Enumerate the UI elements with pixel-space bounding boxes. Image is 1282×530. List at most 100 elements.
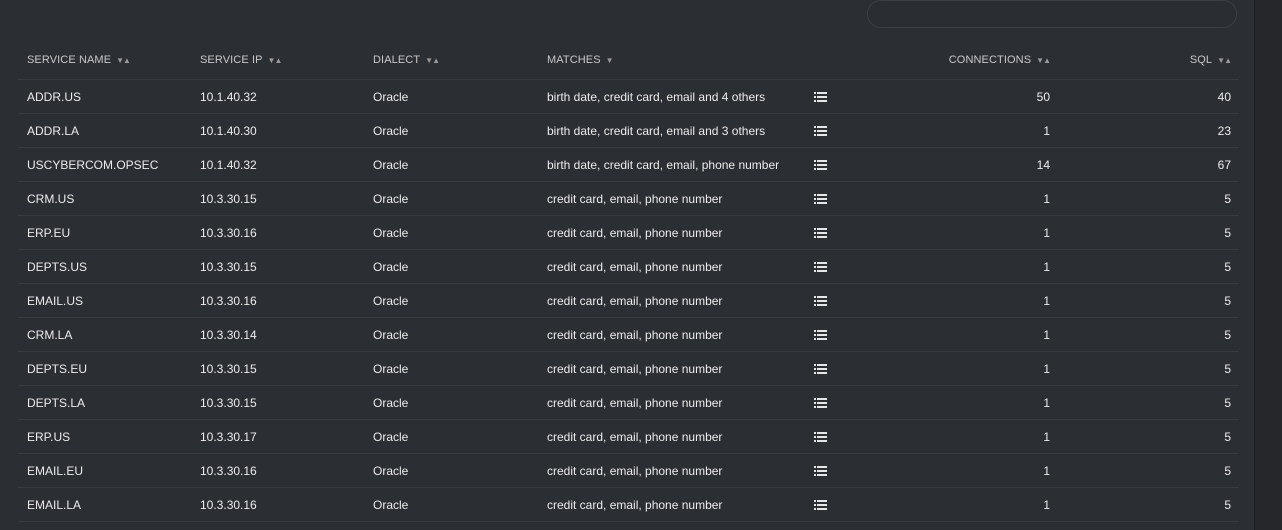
- list-icon[interactable]: [814, 296, 827, 307]
- sort-icon[interactable]: ▼▲: [268, 56, 283, 65]
- cell-matches-detail: [808, 351, 858, 386]
- sort-icon[interactable]: ▼▲: [116, 56, 131, 65]
- list-icon[interactable]: [814, 194, 827, 205]
- cell-service-name: DEPTS.LA: [18, 385, 191, 420]
- cell-service-name: USCYBERCOM.OPSEC: [18, 147, 191, 182]
- cell-matches-detail: [808, 79, 858, 114]
- list-icon[interactable]: [814, 500, 827, 511]
- table-row[interactable]: EMAIL.US 10.3.30.16 Oracle credit card, ema…: [18, 283, 1239, 318]
- cell-service-name: ADDR.US: [18, 79, 191, 114]
- cell-connections: 1: [858, 283, 1058, 318]
- cell-service-ip: 10.3.30.15: [191, 351, 364, 386]
- cell-service-ip: 10.3.30.16: [191, 283, 364, 318]
- cell-service-ip: 10.3.30.17: [191, 419, 364, 454]
- cell-matches-detail: [808, 385, 858, 420]
- sort-icon[interactable]: ▼: [606, 56, 614, 65]
- cell-matches: credit card, email, phone number: [538, 351, 808, 386]
- list-icon[interactable]: [814, 126, 827, 137]
- cell-matches: credit card, email, phone number: [538, 385, 808, 420]
- cell-service-ip: 10.1.40.30: [191, 113, 364, 148]
- cell-sql: 5: [1058, 249, 1239, 284]
- table-row[interactable]: ERP.US 10.3.30.17 Oracle credit card, email…: [18, 419, 1239, 454]
- column-header-connections[interactable]: CONNECTIONS ▼▲: [858, 41, 1058, 80]
- cell-matches: birth date, credit card, email and 4 oth…: [538, 79, 808, 114]
- cell-matches: birth date, credit card, email and 3 oth…: [538, 113, 808, 148]
- search-input[interactable]: [867, 0, 1237, 28]
- sort-icon[interactable]: ▼▲: [1036, 56, 1051, 65]
- cell-sql: 5: [1058, 385, 1239, 420]
- cell-dialect: Oracle: [364, 283, 538, 318]
- cell-service-ip: 10.3.30.14: [191, 317, 364, 352]
- cell-dialect: Oracle: [364, 487, 538, 522]
- cell-matches: credit card, email, phone number: [538, 283, 808, 318]
- column-header-label: SERVICE IP: [200, 54, 263, 66]
- table-row[interactable]: ADDR.US 10.1.40.32 Oracle birth date, credi…: [18, 79, 1239, 114]
- table-row[interactable]: ADDR.LA 10.1.40.30 Oracle birth date, credi…: [18, 113, 1239, 148]
- table-row[interactable]: EMAIL.LA 10.3.30.16 Oracle credit card, ema…: [18, 487, 1239, 522]
- table-row[interactable]: USCYBERCOM.OPSEC 10.1.40.32 Oracle birth da…: [18, 147, 1239, 182]
- cell-dialect: Oracle: [364, 215, 538, 250]
- cell-service-ip: 10.1.40.32: [191, 79, 364, 114]
- sort-icon[interactable]: ▼▲: [1217, 56, 1232, 65]
- table-header-row: SERVICE NAME ▼▲ SERVICE IP ▼▲ DIALECT ▼▲ MA…: [18, 41, 1239, 80]
- column-header-dialect[interactable]: DIALECT ▼▲: [364, 41, 538, 80]
- cell-connections: 14: [858, 147, 1058, 182]
- list-icon[interactable]: [814, 262, 827, 273]
- cell-dialect: Oracle: [364, 249, 538, 284]
- cell-matches-detail: [808, 317, 858, 352]
- cell-service-ip: 10.3.30.16: [191, 453, 364, 488]
- table-row[interactable]: CRM.LA 10.3.30.14 Oracle credit card, email…: [18, 317, 1239, 352]
- cell-dialect: Oracle: [364, 419, 538, 454]
- table-row[interactable]: DEPTS.US 10.3.30.15 Oracle credit card, ema…: [18, 249, 1239, 284]
- column-header-sql[interactable]: SQL ▼▲: [1058, 41, 1239, 80]
- column-header-label: SERVICE NAME: [27, 54, 112, 66]
- cell-connections: 50: [858, 79, 1058, 114]
- cell-service-name: CRM.US: [18, 181, 191, 216]
- cell-matches-detail: [808, 215, 858, 250]
- cell-service-ip: 10.3.30.15: [191, 249, 364, 284]
- cell-service-ip: 10.3.30.15: [191, 181, 364, 216]
- list-icon[interactable]: [814, 160, 827, 171]
- column-header-service-ip[interactable]: SERVICE IP ▼▲: [191, 41, 364, 80]
- table-row[interactable]: DEPTS.EU 10.3.30.15 Oracle credit card, ema…: [18, 351, 1239, 386]
- cell-sql: 5: [1058, 351, 1239, 386]
- cell-dialect: Oracle: [364, 79, 538, 114]
- table-row[interactable]: DEPTS.LA 10.3.30.15 Oracle credit card, ema…: [18, 385, 1239, 420]
- cell-dialect: Oracle: [364, 351, 538, 386]
- cell-dialect: Oracle: [364, 453, 538, 488]
- cell-sql: 5: [1058, 419, 1239, 454]
- cell-connections: 1: [858, 351, 1058, 386]
- cell-service-name: DEPTS.EU: [18, 351, 191, 386]
- cell-connections: 1: [858, 317, 1058, 352]
- table-row[interactable]: ERP.EU 10.3.30.16 Oracle credit card, email…: [18, 215, 1239, 250]
- column-header-matches[interactable]: MATCHES ▼: [538, 41, 808, 80]
- list-icon[interactable]: [814, 466, 827, 477]
- sort-icon[interactable]: ▼▲: [425, 56, 440, 65]
- cell-connections: 1: [858, 453, 1058, 488]
- list-icon[interactable]: [814, 432, 827, 443]
- cell-sql: 5: [1058, 215, 1239, 250]
- cell-service-ip: 10.3.30.16: [191, 215, 364, 250]
- list-icon[interactable]: [814, 364, 827, 375]
- cell-matches: credit card, email, phone number: [538, 215, 808, 250]
- table-row[interactable]: EMAIL.EU 10.3.30.16 Oracle credit card, ema…: [18, 453, 1239, 488]
- cell-matches: birth date, credit card, email, phone nu…: [538, 147, 808, 182]
- cell-connections: 1: [858, 113, 1058, 148]
- cell-matches: credit card, email, phone number: [538, 181, 808, 216]
- list-icon[interactable]: [814, 92, 827, 103]
- cell-service-ip: 10.3.30.15: [191, 385, 364, 420]
- cell-dialect: Oracle: [364, 181, 538, 216]
- cell-sql: 5: [1058, 317, 1239, 352]
- cell-service-name: EMAIL.LA: [18, 487, 191, 522]
- list-icon[interactable]: [814, 330, 827, 341]
- column-header-service-name[interactable]: SERVICE NAME ▼▲: [18, 41, 191, 80]
- cell-service-ip: 10.3.30.16: [191, 487, 364, 522]
- list-icon[interactable]: [814, 228, 827, 239]
- list-icon[interactable]: [814, 398, 827, 409]
- cell-dialect: Oracle: [364, 147, 538, 182]
- column-header-label: CONNECTIONS: [948, 54, 1032, 66]
- cell-connections: 1: [858, 249, 1058, 284]
- column-header-label: SQL: [1189, 54, 1213, 66]
- table-row[interactable]: CRM.US 10.3.30.15 Oracle credit card, email…: [18, 181, 1239, 216]
- services-table: SERVICE NAME ▼▲ SERVICE IP ▼▲ DIALECT ▼▲ MA…: [18, 41, 1239, 522]
